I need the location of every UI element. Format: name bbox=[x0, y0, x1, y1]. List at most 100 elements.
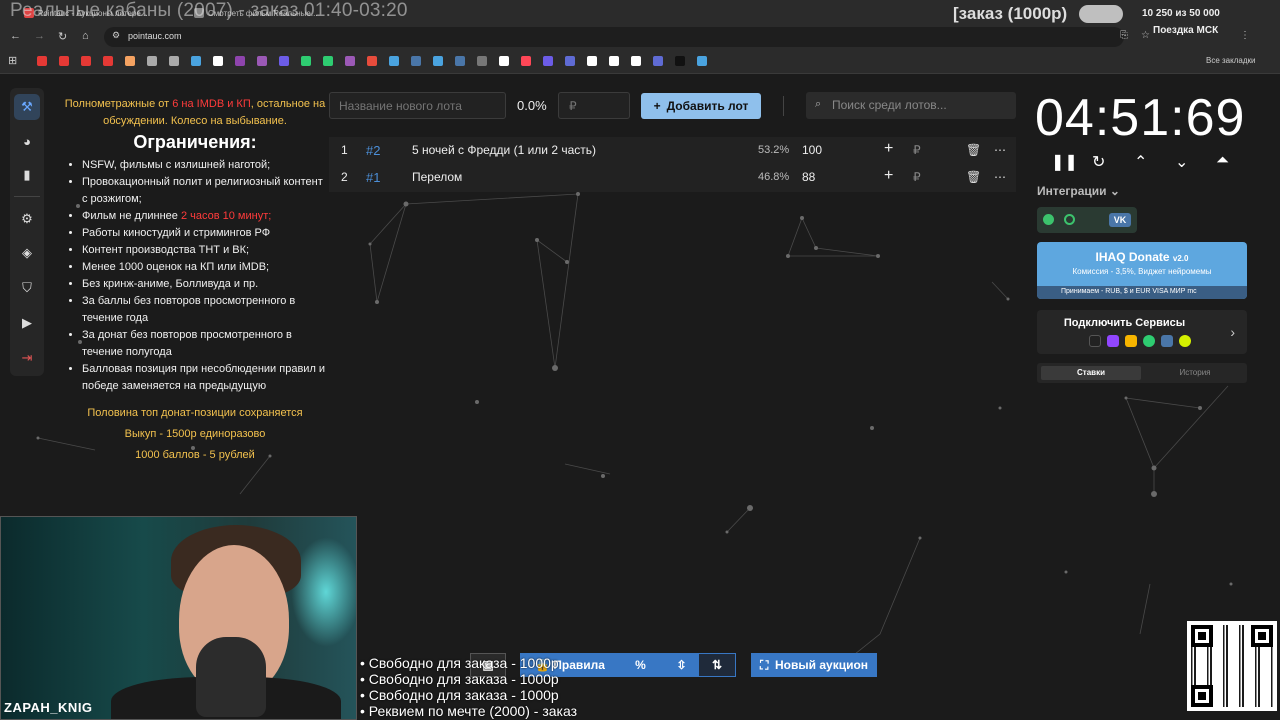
bookmark-favicon-icon[interactable] bbox=[323, 56, 333, 66]
bookmark-favicon-icon[interactable] bbox=[103, 56, 113, 66]
menu-kebab-icon[interactable]: ⋮ bbox=[1240, 30, 1250, 41]
vk-logo-icon[interactable]: VK bbox=[1109, 213, 1131, 227]
shield-icon[interactable]: ⛉ bbox=[14, 275, 40, 301]
stats-icon[interactable]: ▮ bbox=[14, 162, 40, 188]
bookmark-favicon-icon[interactable] bbox=[565, 56, 575, 66]
site-info-icon[interactable]: ⚙ bbox=[112, 30, 120, 41]
logout-icon[interactable]: ⇥ bbox=[14, 345, 40, 371]
integration-inactive-dot-icon[interactable] bbox=[1064, 214, 1075, 225]
bookmark-favicon-icon[interactable] bbox=[81, 56, 91, 66]
lot-amount[interactable]: 88 bbox=[802, 170, 815, 184]
browser-tab-strip: Pointauc - Аукционы лотере... Смотреть ф… bbox=[0, 0, 1280, 26]
bookmark-favicon-icon[interactable] bbox=[147, 56, 157, 66]
bookmark-favicon-icon[interactable] bbox=[543, 56, 553, 66]
lot-name[interactable]: Перелом bbox=[412, 170, 462, 184]
lot-row[interactable]: 2 #1 Перелом 46.8% 88 + ₽ 🗑 ⋯ bbox=[329, 164, 1016, 191]
donate-payment-methods: Принимаем - RUB, $ и EUR VISA МИР mc bbox=[1037, 286, 1247, 299]
donation-goal-text: 10 250 из 50 000 bbox=[1142, 8, 1220, 19]
layers-icon[interactable]: ◈ bbox=[14, 240, 40, 266]
rule-item: Без кринж-аниме, Болливуда и пр. bbox=[82, 276, 328, 293]
video-library-icon[interactable]: ▶ bbox=[14, 310, 40, 336]
bookmark-favicon-icon[interactable] bbox=[433, 56, 443, 66]
all-bookmarks-link[interactable]: Все закладки bbox=[1206, 56, 1255, 65]
bookmark-favicon-icon[interactable] bbox=[631, 56, 641, 66]
integrations-toggle[interactable]: Интеграции ⌄ bbox=[1037, 184, 1120, 198]
bookmark-favicon-icon[interactable] bbox=[191, 56, 201, 66]
forward-arrow-icon[interactable]: → bbox=[34, 30, 45, 42]
lot-search-field[interactable]: ⌕ Поиск среди лотов... bbox=[806, 92, 1016, 119]
connect-services-card[interactable]: Подключить Сервисы › bbox=[1037, 310, 1247, 354]
bookmark-favicon-icon[interactable] bbox=[367, 56, 377, 66]
more-options-icon[interactable]: ⋯ bbox=[994, 143, 1007, 157]
bookmark-favicon-icon[interactable] bbox=[59, 56, 69, 66]
sidebar-divider bbox=[14, 196, 40, 197]
donatepay-icon bbox=[1143, 335, 1155, 347]
new-lot-name-input[interactable] bbox=[329, 92, 506, 119]
bookmark-favicon-icon[interactable] bbox=[169, 56, 179, 66]
translate-icon[interactable]: ⎘ bbox=[1120, 30, 1128, 41]
double-chevron-up-icon[interactable]: ⏶ bbox=[1216, 152, 1229, 170]
new-lot-price-input[interactable] bbox=[558, 92, 630, 119]
rule-item: Провокационный полит и религиозный конте… bbox=[82, 174, 328, 208]
bookmark-favicon-icon[interactable] bbox=[37, 56, 47, 66]
rules-list: NSFW, фильмы с излишней наготой; Провока… bbox=[82, 157, 328, 395]
lot-amount[interactable]: 100 bbox=[802, 143, 822, 157]
patreon-icon bbox=[1125, 335, 1137, 347]
bookmark-favicon-icon[interactable] bbox=[499, 56, 509, 66]
pause-icon[interactable]: ❚❚ bbox=[1051, 152, 1078, 172]
lot-name[interactable]: 5 ночей с Фредди (1 или 2 часть) bbox=[412, 143, 596, 157]
bookmark-favicon-icon[interactable] bbox=[477, 56, 487, 66]
bookmark-favicon-icon[interactable] bbox=[235, 56, 245, 66]
add-amount-plus-icon[interactable]: + bbox=[884, 140, 893, 158]
bookmark-favicon-icon[interactable] bbox=[587, 56, 597, 66]
home-icon[interactable]: ⌂ bbox=[82, 30, 89, 42]
wheel-icon[interactable]: ◕ bbox=[14, 128, 40, 154]
reload-icon[interactable]: ↻ bbox=[58, 30, 67, 43]
rules-intro: Полнометражные от 6 на IMDB и КП, осталь… bbox=[64, 98, 326, 127]
settings-gear-icon[interactable]: ⚙ bbox=[14, 206, 40, 232]
bookmark-favicon-icon[interactable] bbox=[697, 56, 707, 66]
chevron-up-icon[interactable]: ⌃ bbox=[1134, 152, 1147, 172]
bookmark-favicon-icon[interactable] bbox=[675, 56, 685, 66]
bookmark-favicon-icon[interactable] bbox=[279, 56, 289, 66]
bookmark-favicon-icon[interactable] bbox=[653, 56, 663, 66]
url-text: pointauc.com bbox=[128, 31, 182, 41]
lot-id: #2 bbox=[366, 143, 381, 158]
chevron-right-icon: › bbox=[1230, 324, 1235, 340]
bookmark-favicon-icon[interactable] bbox=[411, 56, 421, 66]
bookmark-favicon-icon[interactable] bbox=[213, 56, 223, 66]
bookmark-favicon-icon[interactable] bbox=[609, 56, 619, 66]
delete-trash-icon[interactable]: 🗑 bbox=[966, 143, 981, 157]
trip-goal-label: Поездка МСК bbox=[1153, 25, 1219, 36]
lot-position: 1 bbox=[341, 143, 348, 157]
bookmark-favicon-icon[interactable] bbox=[389, 56, 399, 66]
auction-hammer-icon[interactable]: ⚒ bbox=[14, 94, 40, 120]
bookmark-star-icon[interactable]: ☆ bbox=[1141, 30, 1150, 41]
apps-grid-icon[interactable]: ⊞ bbox=[8, 54, 17, 67]
bookmark-favicon-icon[interactable] bbox=[455, 56, 465, 66]
delete-trash-icon[interactable]: 🗑 bbox=[966, 170, 981, 184]
lot-row[interactable]: 1 #2 5 ночей с Фредди (1 или 2 часть) 53… bbox=[329, 137, 1016, 164]
integration-active-dot-icon[interactable] bbox=[1043, 214, 1054, 225]
chevron-down-icon[interactable]: ⌄ bbox=[1175, 152, 1188, 172]
more-options-icon[interactable]: ⋯ bbox=[994, 170, 1007, 184]
bookmark-favicon-icon[interactable] bbox=[521, 56, 531, 66]
x-icon bbox=[1161, 335, 1173, 347]
microphone-icon bbox=[196, 637, 266, 717]
url-field[interactable] bbox=[104, 27, 1124, 47]
tab-history[interactable]: История bbox=[1145, 366, 1245, 380]
bookmark-favicon-icon[interactable] bbox=[345, 56, 355, 66]
bookmark-favicon-icon[interactable] bbox=[257, 56, 267, 66]
ihaq-donate-banner[interactable]: IHAQ Donate v2.0 Комиссия - 3,5%, Виджет… bbox=[1037, 242, 1247, 299]
tab-bets[interactable]: Ставки bbox=[1041, 366, 1141, 380]
back-arrow-icon[interactable]: ← bbox=[10, 30, 21, 42]
add-lot-button[interactable]: + Добавить лот bbox=[641, 93, 761, 119]
add-amount-plus-icon[interactable]: + bbox=[884, 167, 893, 185]
new-lot-percent: 0.0% bbox=[517, 98, 547, 113]
toolbar-divider bbox=[783, 96, 784, 116]
bookmark-favicon-icon[interactable] bbox=[125, 56, 135, 66]
reset-timer-icon[interactable]: ↻ bbox=[1092, 152, 1105, 172]
rule-item: Работы киностудий и стримингов РФ bbox=[82, 225, 328, 242]
bookmark-favicon-icon[interactable] bbox=[301, 56, 311, 66]
donationalerts-icon bbox=[1089, 335, 1101, 347]
